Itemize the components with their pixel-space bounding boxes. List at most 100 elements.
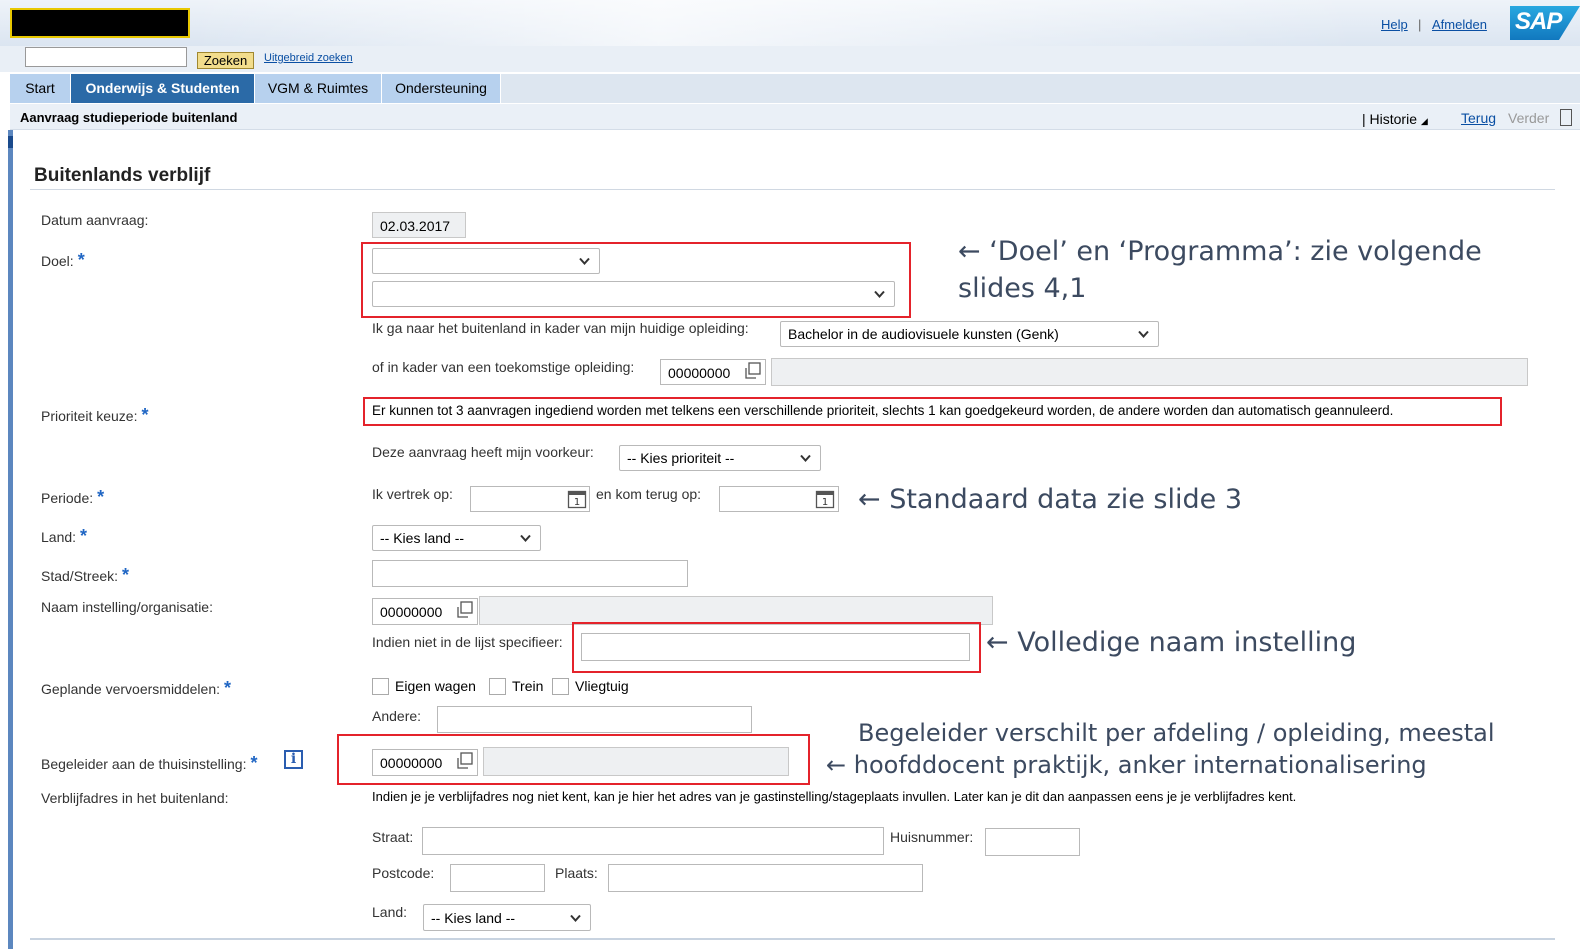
required-marker: * (224, 678, 232, 698)
adres-land-label: Land: (372, 904, 408, 920)
history-label: | Historie (1362, 111, 1417, 127)
help-link[interactable]: Help (1381, 17, 1408, 32)
huisnummer-input[interactable] (985, 828, 1080, 856)
land-select-value: -- Kies land -- (380, 530, 465, 546)
annotation-doel-line2: slides 4,1 (958, 273, 1087, 304)
menu-icon[interactable] (1560, 109, 1572, 126)
advanced-search-link[interactable]: Uitgebreid zoeken (264, 52, 353, 64)
voorkeur-label: Deze aanvraag heeft mijn voorkeur: (372, 444, 594, 460)
tab-ondersteuning[interactable]: Ondersteuning (382, 74, 501, 103)
tab-vgm-ruimtes[interactable]: VGM & Ruimtes (255, 74, 382, 103)
section-divider (30, 189, 1555, 190)
doel-select[interactable] (372, 248, 600, 274)
checkbox-eigen-wagen[interactable] (372, 678, 389, 695)
terug-label: en kom terug op: (596, 486, 702, 502)
svg-text:1: 1 (822, 497, 828, 508)
page-title: Aanvraag studieperiode buitenland (20, 110, 238, 125)
vervoer-label-text: Geplande vervoersmiddelen: (41, 681, 220, 697)
instelling-label: Naam instelling/organisatie: (41, 599, 213, 615)
history-menu[interactable]: | Historie ◢ (1362, 111, 1428, 127)
datum-label: Datum aanvraag: (41, 212, 149, 228)
specificeer-input[interactable] (581, 633, 970, 661)
value-help-icon[interactable] (744, 362, 762, 380)
plaats-input[interactable] (608, 864, 923, 892)
prioriteit-info: Er kunnen tot 3 aanvragen ingediend word… (372, 403, 1394, 418)
checkbox-label-trein: Trein (512, 678, 544, 694)
postcode-label: Postcode: (372, 865, 435, 881)
verblijf-label: Verblijfadres in het buitenland: (41, 790, 229, 806)
chevron-down-icon (570, 914, 581, 922)
required-marker: * (97, 487, 105, 507)
checkbox-label-eigen-wagen: Eigen wagen (395, 678, 476, 694)
dropdown-corner-icon: ◢ (1420, 116, 1428, 126)
back-link[interactable]: Terug (1461, 110, 1496, 126)
annotation-begeleider-line2: ← hoofddocent praktijk, anker internatio… (826, 751, 1427, 779)
andere-label: Andere: (372, 708, 422, 724)
voorkeur-select-value: -- Kies prioriteit -- (627, 450, 735, 466)
header-decoration (190, 0, 1360, 46)
voorkeur-select[interactable]: -- Kies prioriteit -- (619, 445, 821, 471)
instelling-value: 00000000 (380, 604, 443, 620)
andere-input[interactable] (437, 706, 752, 733)
required-marker: * (77, 250, 85, 270)
bottom-divider (30, 938, 1555, 940)
left-edge-bar (8, 130, 13, 949)
required-marker: * (141, 405, 149, 425)
logout-link[interactable]: Afmelden (1432, 17, 1487, 32)
chevron-down-icon (800, 454, 811, 462)
opleiding-label: Ik ga naar het buitenland in kader van m… (372, 320, 749, 336)
header-separator: | (1418, 17, 1422, 32)
adres-land-select[interactable]: -- Kies land -- (423, 904, 591, 931)
checkbox-trein[interactable] (489, 678, 506, 695)
programma-select[interactable] (372, 281, 895, 307)
vertrek-label: Ik vertrek op: (372, 486, 453, 502)
calendar-icon[interactable]: 1 (815, 489, 835, 509)
chevron-down-icon (1138, 330, 1149, 338)
search-button[interactable]: Zoeken (197, 52, 254, 69)
land-label-text: Land: (41, 529, 77, 545)
toekomst-description (771, 358, 1528, 386)
tab-start[interactable]: Start (10, 74, 71, 103)
value-help-icon[interactable] (456, 601, 474, 619)
straat-label: Straat: (372, 829, 414, 845)
collapse-handle[interactable] (8, 136, 13, 148)
begeleider-label: Begeleider aan de thuisinstelling: * (41, 753, 258, 774)
svg-text:1: 1 (574, 497, 580, 508)
straat-input[interactable] (422, 827, 884, 855)
vervoer-label: Geplande vervoersmiddelen: * (41, 678, 231, 699)
title-bar (10, 104, 1580, 130)
instelling-description (479, 596, 993, 625)
postcode-input[interactable] (450, 864, 545, 892)
checkbox-vliegtuig[interactable] (552, 678, 569, 695)
land-select[interactable]: -- Kies land -- (372, 525, 541, 551)
toekomst-label: of in kader van een toekomstige opleidin… (372, 359, 635, 375)
opleiding-select[interactable]: Bachelor in de audiovisuele kunsten (Gen… (780, 321, 1159, 347)
forward-link: Verder (1508, 110, 1550, 126)
doel-label: Doel: * (41, 250, 85, 271)
checkbox-label-vliegtuig: Vliegtuig (575, 678, 629, 694)
section-title: Buitenlands verblijf (34, 165, 211, 186)
tab-onderwijs-studenten[interactable]: Onderwijs & Studenten (71, 74, 255, 103)
calendar-icon[interactable]: 1 (567, 489, 587, 509)
required-marker: * (250, 753, 258, 773)
plaats-label: Plaats: (555, 865, 598, 881)
doel-label-text: Doel: (41, 253, 74, 269)
value-help-icon[interactable] (456, 752, 474, 770)
annotation-doel-line1: ← ‘Doel’ en ‘Programma’: zie volgende (958, 236, 1482, 267)
annotation-instelling: ← Volledige naam instelling (986, 627, 1357, 658)
chevron-down-icon (520, 534, 531, 542)
annotation-begeleider-line1: Begeleider verschilt per afdeling / ople… (858, 719, 1495, 747)
periode-label: Periode: * (41, 487, 104, 508)
land-label: Land: * (41, 526, 87, 547)
huisnummer-label: Huisnummer: (890, 829, 974, 845)
info-icon[interactable]: i (284, 750, 303, 769)
stad-input[interactable] (372, 560, 688, 587)
stad-label: Stad/Streek: * (41, 565, 129, 586)
begeleider-label-text: Begeleider aan de thuisinstelling: (41, 756, 247, 772)
prioriteit-label: Prioriteit keuze: * (41, 405, 149, 426)
periode-label-text: Periode: (41, 490, 94, 506)
search-input[interactable] (25, 47, 187, 67)
opleiding-select-value: Bachelor in de audiovisuele kunsten (Gen… (788, 326, 1059, 342)
specificeer-label: Indien niet in de lijst specifieer: (372, 634, 563, 650)
redacted-logo (10, 8, 190, 38)
